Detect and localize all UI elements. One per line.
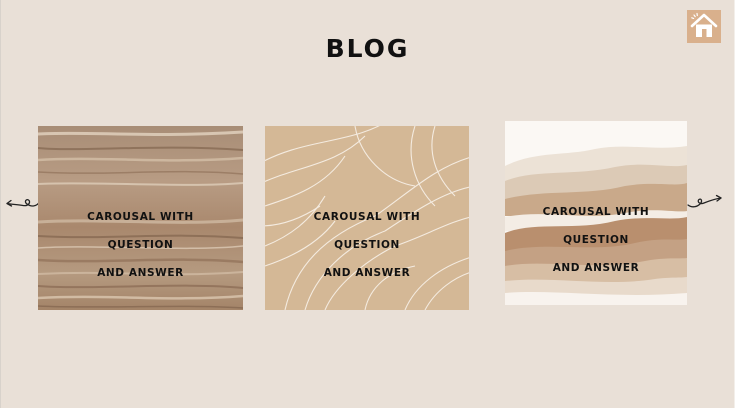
blog-card-2[interactable]: CAROUSAL WITH QUESTION AND ANSWER [265, 126, 469, 310]
carousel-next-button[interactable] [686, 192, 724, 214]
card-caption-line-1: CAROUSAL WITH [87, 211, 194, 223]
card-caption: CAROUSAL WITH QUESTION AND ANSWER [265, 196, 469, 294]
home-button[interactable] [687, 10, 721, 43]
blog-page: BLOG CAROUSAL WITH QUESTION AND ANSWER C… [0, 0, 735, 408]
blog-card-3[interactable]: CAROUSAL WITH QUESTION AND ANSWER [505, 121, 687, 305]
card-caption-line-3: AND ANSWER [323, 267, 411, 279]
page-title: BLOG [325, 34, 410, 63]
blog-card-1[interactable]: CAROUSAL WITH QUESTION AND ANSWER [38, 126, 243, 310]
card-caption: CAROUSAL WITH QUESTION AND ANSWER [38, 196, 243, 294]
card-caption-line-2: QUESTION [107, 239, 174, 251]
home-icon [690, 12, 718, 37]
card-caption-line-2: QUESTION [563, 234, 629, 246]
card-caption-line-3: AND ANSWER [552, 262, 640, 274]
card-caption-line-2: QUESTION [334, 239, 400, 251]
carousel-prev-button[interactable] [4, 192, 42, 214]
card-caption-line-3: AND ANSWER [97, 267, 184, 279]
card-caption: CAROUSAL WITH QUESTION AND ANSWER [505, 191, 687, 289]
card-caption-line-1: CAROUSAL WITH [313, 211, 421, 223]
curly-arrow-right-icon [687, 194, 722, 208]
curly-arrow-left-icon [6, 199, 41, 207]
card-caption-line-1: CAROUSAL WITH [542, 206, 650, 218]
